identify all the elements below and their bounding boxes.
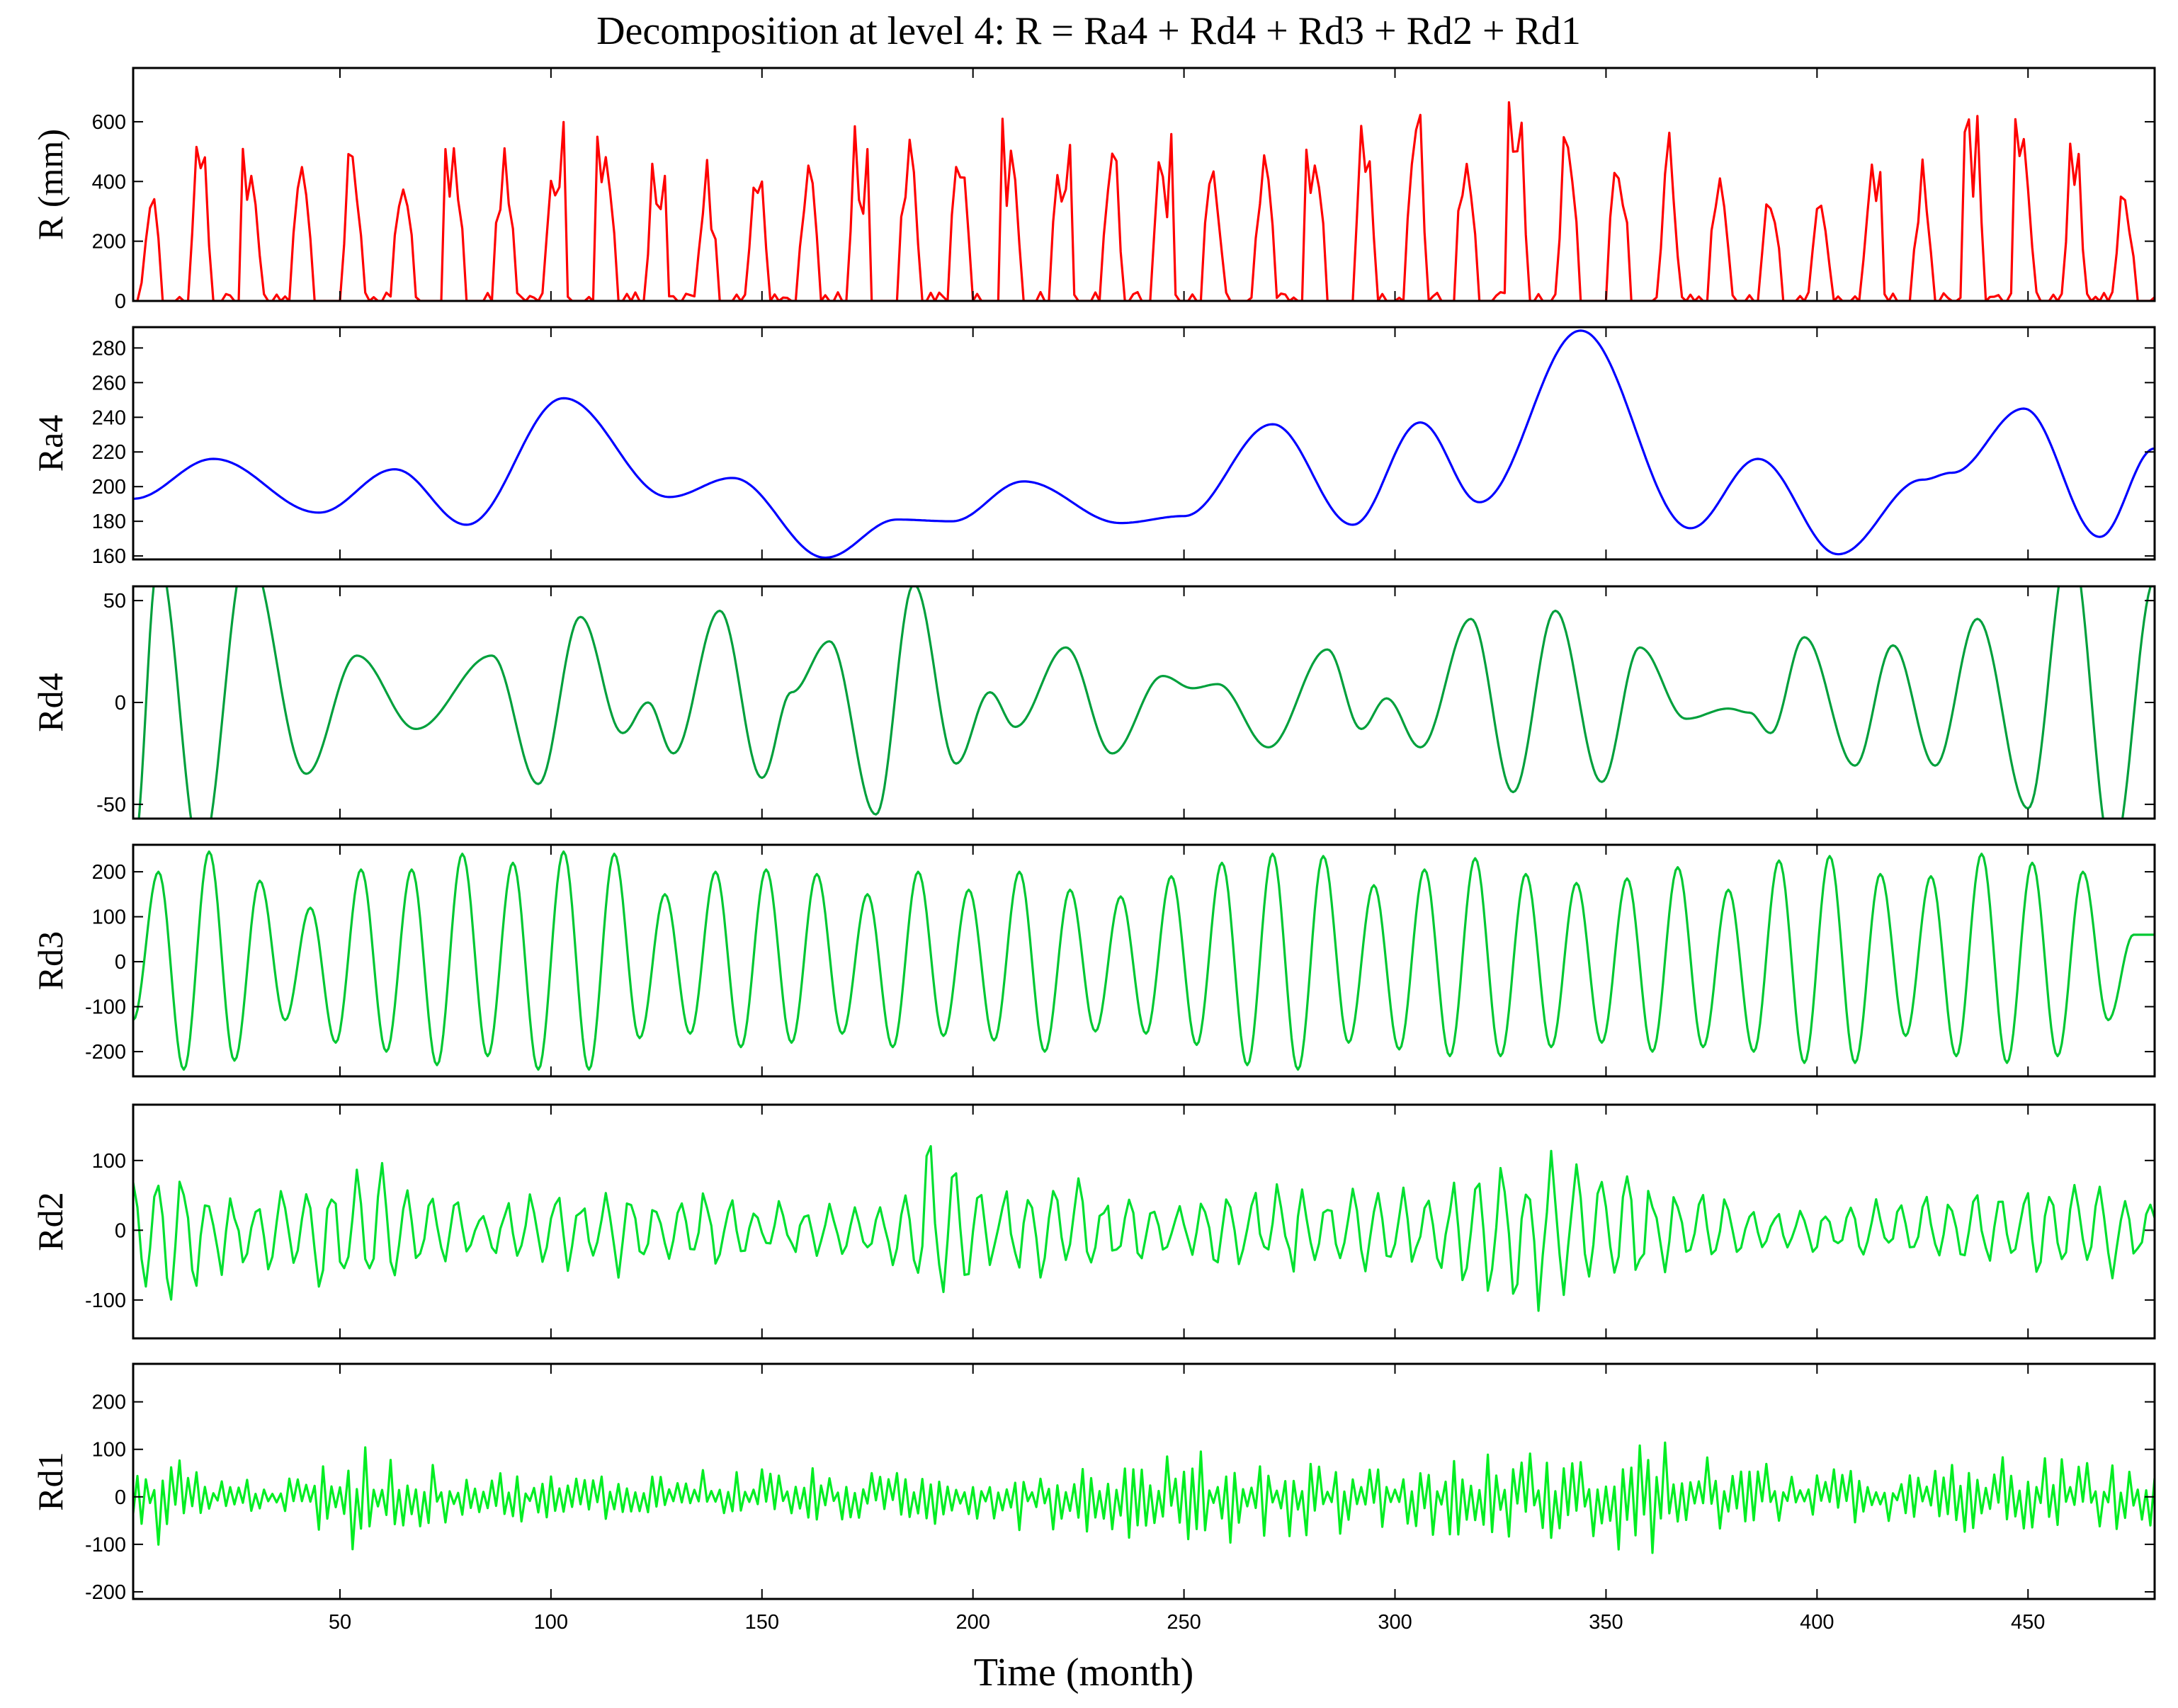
panel-1: 0 200 400 600 R (mm) (30, 67, 2156, 313)
y-tick-label: 0 (115, 1486, 126, 1509)
x-tick-labels: 50 100 150 200 250 300 350 400 450 (329, 1611, 2046, 1634)
x-tick-label: 350 (1589, 1611, 1623, 1634)
y-axis-label: Ra4 (30, 415, 70, 472)
y-tick-label: 180 (92, 511, 126, 533)
chart-title: Decomposition at level 4: R = Ra4 + Rd4 … (596, 9, 1581, 53)
y-tick-label: 200 (92, 861, 126, 884)
panel-frame (132, 326, 2156, 561)
y-tick-label: -50 (96, 794, 126, 816)
x-tick-label: 200 (955, 1611, 989, 1634)
panels: 0 200 400 600 R (mm) 160 180 200 220 240 260 280 Ra4… (30, 67, 2156, 1604)
y-tick-label: -200 (85, 1041, 126, 1064)
y-tick-label: 400 (92, 171, 126, 193)
y-axis-label: R (mm) (30, 129, 70, 240)
y-tick-label: 0 (115, 290, 126, 313)
y-tick-label: 600 (92, 111, 126, 134)
y-tick-label: 100 (92, 1150, 126, 1173)
x-axis-label: Time (month) (974, 1651, 1194, 1695)
y-tick-label: 220 (92, 441, 126, 464)
x-tick-label: 150 (745, 1611, 779, 1634)
series-line (133, 1145, 2155, 1312)
x-tick-label: 50 (329, 1611, 351, 1634)
panel-4: -200 -100 0 100 200 Rd3 (30, 843, 2156, 1078)
y-tick-label: 200 (92, 476, 126, 499)
y-tick-label: 260 (92, 372, 126, 394)
y-axis-label: Rd2 (30, 1192, 70, 1251)
y-axis-label: Rd3 (30, 931, 70, 990)
y-tick-label: 100 (92, 906, 126, 929)
panel-6: -200 -100 0 100 200 Rd1 (30, 1362, 2156, 1604)
y-tick-label: 200 (92, 231, 126, 254)
series-line (133, 329, 2155, 559)
panel-2: 160 180 200 220 240 260 280 Ra4 (30, 326, 2156, 568)
y-tick-label: 160 (92, 545, 126, 568)
y-tick-label: 280 (92, 337, 126, 360)
series-line (133, 1441, 2155, 1554)
y-tick-label: 50 (103, 590, 126, 613)
y-axis-label: Rd4 (30, 673, 70, 731)
panel-3: -50 0 50 Rd4 (30, 585, 2156, 820)
panel-frame (132, 843, 2156, 1078)
x-tick-label: 400 (1800, 1611, 1834, 1634)
decomposition-figure: Decomposition at level 4: R = Ra4 + Rd4 … (30, 9, 2156, 1695)
y-tick-label: 200 (92, 1391, 126, 1414)
series-line (133, 850, 2155, 1071)
y-tick-label: 240 (92, 406, 126, 429)
y-axis-label: Rd1 (30, 1452, 70, 1510)
x-tick-label: 250 (1167, 1611, 1201, 1634)
x-tick-label: 100 (534, 1611, 568, 1634)
panel-5: -100 0 100 Rd2 (30, 1103, 2156, 1340)
series-line (133, 101, 2155, 301)
y-tick-label: 0 (115, 951, 126, 974)
y-tick-label: -200 (85, 1581, 126, 1604)
y-tick-label: 0 (115, 1219, 126, 1242)
y-tick-label: -100 (85, 996, 126, 1019)
x-tick-label: 450 (2011, 1611, 2045, 1634)
y-tick-label: 0 (115, 692, 126, 714)
panel-frame (132, 67, 2156, 302)
y-tick-label: -100 (85, 1289, 126, 1312)
x-tick-label: 300 (1378, 1611, 1412, 1634)
y-tick-label: 100 (92, 1439, 126, 1462)
y-tick-label: -100 (85, 1534, 126, 1556)
